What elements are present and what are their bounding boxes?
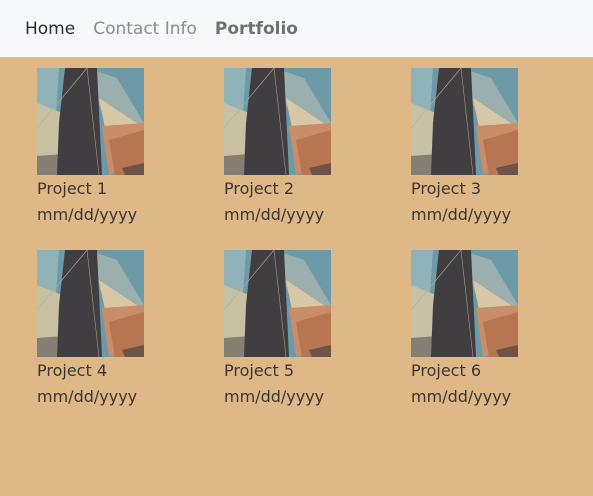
nav-home-link[interactable]: Home: [25, 19, 75, 39]
project-card-5[interactable]: Project 5 mm/dd/yyyy: [224, 250, 354, 415]
nav-contact-info-link[interactable]: Contact Info: [93, 19, 197, 39]
project-date: mm/dd/yyyy: [37, 387, 138, 406]
project-thumbnail-image[interactable]: [224, 250, 331, 357]
navbar: Home Contact Info Portfolio: [0, 0, 593, 57]
project-date: mm/dd/yyyy: [411, 387, 512, 406]
nav-portfolio-link[interactable]: Portfolio: [215, 19, 298, 39]
project-date: mm/dd/yyyy: [37, 205, 138, 224]
project-date: mm/dd/yyyy: [224, 205, 325, 224]
project-card-3[interactable]: Project 3 mm/dd/yyyy: [411, 68, 541, 233]
project-title[interactable]: Project 5: [224, 358, 354, 384]
project-title[interactable]: Project 4: [37, 358, 167, 384]
project-date: mm/dd/yyyy: [224, 387, 325, 406]
project-thumbnail-image[interactable]: [411, 68, 518, 175]
project-date: mm/dd/yyyy: [411, 205, 512, 224]
project-card-4[interactable]: Project 4 mm/dd/yyyy: [37, 250, 167, 415]
project-thumbnail-image[interactable]: [37, 250, 144, 357]
project-thumbnail-image[interactable]: [411, 250, 518, 357]
project-title[interactable]: Project 2: [224, 176, 354, 202]
project-thumbnail-image[interactable]: [37, 68, 144, 175]
project-title[interactable]: Project 3: [411, 176, 541, 202]
project-title[interactable]: Project 6: [411, 358, 541, 384]
project-card-6[interactable]: Project 6 mm/dd/yyyy: [411, 250, 541, 415]
project-thumbnail-image[interactable]: [224, 68, 331, 175]
project-card-1[interactable]: Project 1 mm/dd/yyyy: [37, 68, 167, 233]
project-card-2[interactable]: Project 2 mm/dd/yyyy: [224, 68, 354, 233]
project-title[interactable]: Project 1: [37, 176, 167, 202]
